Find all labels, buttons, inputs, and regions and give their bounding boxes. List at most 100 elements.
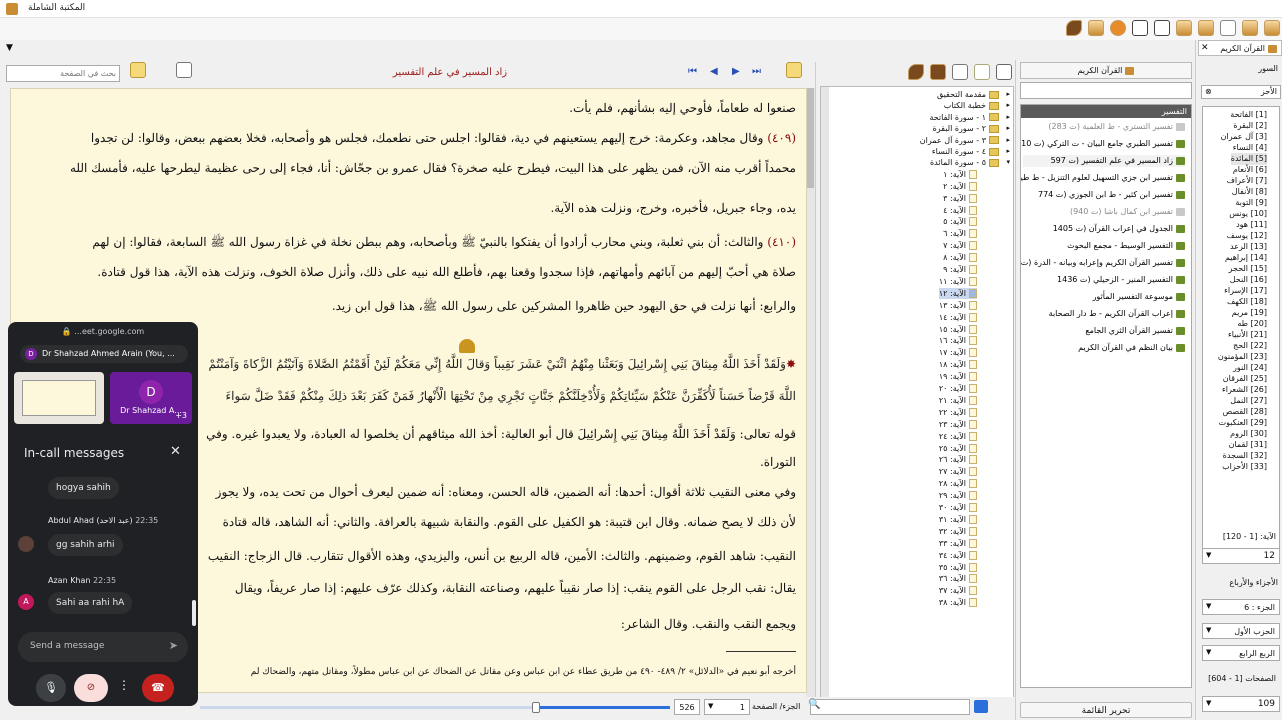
- next-page-button[interactable]: ▶: [732, 66, 740, 77]
- tree-chapter[interactable]: ٢ - سورة البقرة ▸: [933, 123, 1010, 134]
- chevron-down-icon[interactable]: ▼: [708, 702, 713, 710]
- tree-aya-item[interactable]: الآية: ٣٣: [939, 538, 977, 549]
- tree-aya-item[interactable]: الآية: ٢١: [939, 395, 977, 406]
- tafsir-item[interactable]: التفسير الوسيط - مجمع البحوث: [1067, 240, 1185, 252]
- search-icon[interactable]: [1220, 20, 1236, 36]
- tafsir-item[interactable]: تفسير ابن جزي التسهيل لعلوم التنزيل - ط …: [1021, 172, 1185, 184]
- close-tab-icon[interactable]: ✕: [1201, 43, 1209, 53]
- tree-aya-item[interactable]: الآية: ٣٤: [939, 550, 977, 561]
- tree-aya-item[interactable]: الآية: ١٤: [939, 312, 977, 323]
- chevron-down-icon[interactable]: ▼: [1206, 699, 1211, 707]
- pen-icon[interactable]: [908, 64, 924, 80]
- tree-aya-item[interactable]: الآية: ٣١: [939, 514, 977, 525]
- tree-aya-item[interactable]: الآية: ٢: [943, 181, 977, 192]
- shared-screen-tile[interactable]: [14, 372, 104, 424]
- tafsir-search-input[interactable]: [1020, 82, 1192, 99]
- chevron-down-icon[interactable]: ▼: [1206, 648, 1211, 656]
- tafsir-item[interactable]: التفسير المنير - الزحيلي (ت 1436: [1057, 274, 1185, 286]
- rub-select[interactable]: الربع الرابع ▼: [1202, 645, 1280, 661]
- sura-item[interactable]: [33] الأحزاب: [1222, 461, 1267, 473]
- close-icon[interactable]: ✕: [170, 444, 181, 459]
- page-slider[interactable]: [200, 702, 670, 713]
- participant-tile[interactable]: D Dr Shahzad A... +3: [110, 372, 192, 424]
- tree-aya-item[interactable]: الآية: ٣٨: [939, 597, 977, 608]
- tafsir-item[interactable]: تفسير ابن كمال باشا (ت 940): [1070, 206, 1185, 218]
- send-message-input[interactable]: Send a message ➤: [18, 632, 188, 662]
- camera-off-button[interactable]: ⊘: [74, 674, 108, 702]
- note-icon[interactable]: [974, 700, 988, 713]
- search-book-icon[interactable]: [952, 64, 968, 80]
- chevron-down-icon[interactable]: ▼: [1206, 626, 1211, 634]
- save-icon[interactable]: [1154, 20, 1170, 36]
- scrollbar-thumb[interactable]: [807, 88, 814, 188]
- tree-aya-item[interactable]: الآية: ٢٨: [939, 478, 977, 489]
- gear-icon[interactable]: [1110, 20, 1126, 36]
- library-icon[interactable]: [930, 64, 946, 80]
- tafsir-item[interactable]: إعراب القرآن الكريم - ط دار الصحابة: [1049, 308, 1185, 320]
- tree-aya-item[interactable]: الآية: ٣٢: [939, 526, 977, 537]
- hizb-select[interactable]: الحزب الأول ▼: [1202, 623, 1280, 639]
- tree-aya-item[interactable]: الآية: ١٦: [939, 335, 977, 346]
- tafsir-item[interactable]: الجدول في إعراب القرآن (ت 1405: [1053, 223, 1185, 235]
- tree-aya-item[interactable]: الآية: ٢٧: [939, 466, 977, 477]
- expand-arrow-icon[interactable]: ▸: [1006, 89, 1010, 100]
- tree-aya-item[interactable]: الآية: ١٩: [939, 371, 977, 382]
- slider-thumb[interactable]: [532, 702, 540, 713]
- search-field-small[interactable]: الأحز ⊗: [1201, 85, 1281, 99]
- tree-aya-item[interactable]: الآية: ٣٥: [939, 562, 977, 573]
- tree-aya-item[interactable]: الآية: ٣٦: [939, 573, 977, 584]
- page-search-input[interactable]: [6, 65, 120, 82]
- tree-chapter[interactable]: مقدمة التحقيق ▸: [937, 89, 1010, 100]
- tree-aya-item[interactable]: الآية: ٤: [943, 205, 977, 216]
- books-icon[interactable]: [1242, 20, 1258, 36]
- part-select[interactable]: 1 ▼: [704, 699, 750, 715]
- tafsir-item[interactable]: موسوعة التفسير المأثور: [1093, 291, 1185, 303]
- leaf-icon[interactable]: [1066, 20, 1082, 36]
- expand-arrow-icon[interactable]: ▸: [1006, 112, 1010, 123]
- more-options-icon[interactable]: ⋮: [118, 678, 130, 692]
- expand-arrow-icon[interactable]: ▸: [1006, 146, 1010, 157]
- tree-aya-item[interactable]: الآية: ٢٤: [939, 431, 977, 442]
- tafsir-item[interactable]: تفسير القرآن الثري الجامع: [1085, 325, 1185, 337]
- tafsir-item[interactable]: زاد المسير في علم التفسير (ت 597: [1023, 155, 1185, 167]
- edit-list-icon[interactable]: [1088, 20, 1104, 36]
- tafsir-item[interactable]: تفسير ابن كثير - ط ابن الجوزي (ت 774: [1038, 189, 1185, 201]
- tree-chapter[interactable]: ٥ - سورة المائدة ▾: [930, 157, 1010, 168]
- aya-input[interactable]: 12 ▼: [1202, 548, 1280, 564]
- chat-scrollbar[interactable]: [192, 600, 196, 626]
- dropdown-arrow-icon[interactable]: ▼: [6, 43, 13, 53]
- expand-arrow-icon[interactable]: ▾: [1006, 157, 1010, 168]
- tree-aya-item[interactable]: الآية: ٣٧: [939, 585, 977, 596]
- tafsir-item[interactable]: بيان النظم في القرآن الكريم: [1078, 342, 1185, 354]
- bookmark-icon[interactable]: [974, 64, 990, 80]
- tafsir-item[interactable]: تفسير القرآن الكريم وإعرابه وبيانه - الد…: [1021, 257, 1185, 269]
- chevron-down-icon[interactable]: ▼: [1206, 602, 1211, 610]
- tree-aya-item[interactable]: الآية: ١٧: [939, 347, 977, 358]
- clear-icon[interactable]: ⊗: [1205, 87, 1212, 96]
- tree-aya-item[interactable]: الآية: ٧: [943, 240, 977, 251]
- last-page-button[interactable]: ⏭: [752, 66, 761, 77]
- first-page-button[interactable]: ⏮: [688, 66, 697, 77]
- tab-quran[interactable]: القرآن الكريم ✕: [1198, 40, 1282, 56]
- tree-aya-item[interactable]: الآية: ٢٣: [939, 419, 977, 430]
- tree-aya-item[interactable]: الآية: ٩: [943, 264, 977, 275]
- tree-aya-item[interactable]: الآية: ١١: [939, 276, 977, 287]
- tree-aya-item[interactable]: الآية: ٢٦: [939, 454, 977, 465]
- add-book-icon[interactable]: [1198, 20, 1214, 36]
- tree-chapter[interactable]: ١ - سورة الفاتحة ▸: [929, 112, 1010, 123]
- participant-chip[interactable]: D Dr Shahzad Ahmed Arain (You, ...: [20, 345, 188, 363]
- end-call-button[interactable]: ☎: [142, 674, 174, 702]
- quran-header-button[interactable]: القرآن الكريم: [1020, 62, 1192, 79]
- tree-aya-item[interactable]: الآية: ٢٥: [939, 443, 977, 454]
- tree-aya-item[interactable]: الآية: ٢٢: [939, 407, 977, 418]
- tree-chapter[interactable]: خطبة الكتاب ▸: [944, 100, 1010, 111]
- note-icon[interactable]: [130, 62, 146, 78]
- tree-aya-item[interactable]: الآية: ١: [943, 169, 977, 180]
- tree-scrollbar[interactable]: [821, 87, 829, 719]
- folder-icon[interactable]: [786, 62, 802, 78]
- expand-arrow-icon[interactable]: ▸: [1006, 100, 1010, 111]
- jump-input[interactable]: [810, 699, 970, 715]
- edit-list-button[interactable]: تحرير القائمة: [1020, 702, 1192, 718]
- tafsir-item[interactable]: تفسير التستري - ط العلمية (ت 283): [1048, 121, 1185, 133]
- prev-page-button[interactable]: ◀: [710, 66, 718, 77]
